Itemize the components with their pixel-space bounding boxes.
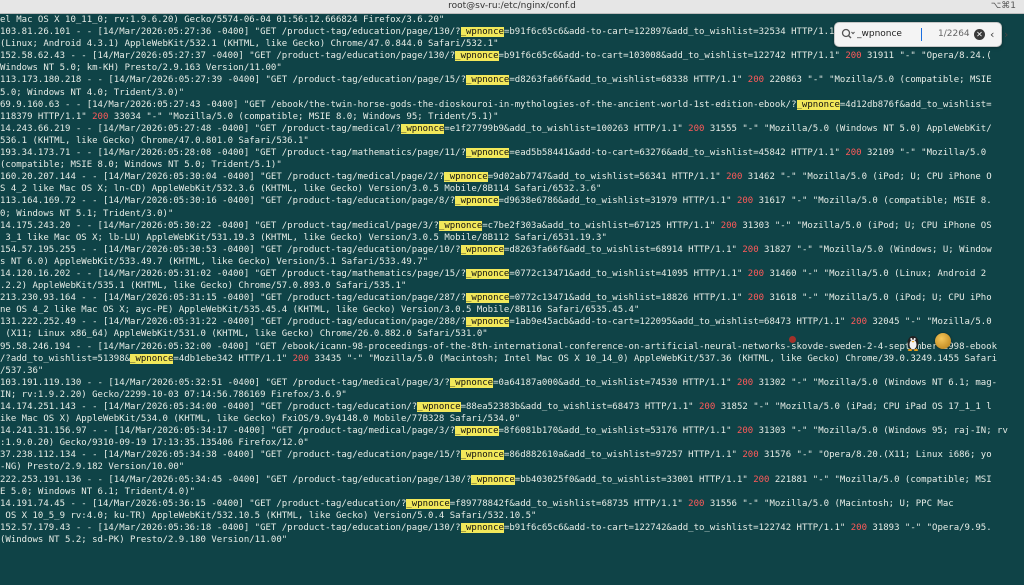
chevron-right-icon[interactable]: › xyxy=(1004,23,1008,46)
cursor-dot-icon xyxy=(789,336,796,343)
status-code: 200 xyxy=(850,522,867,533)
search-match-highlight: _wpnonce xyxy=(471,474,515,485)
search-match-highlight: _wpnonce xyxy=(449,377,494,388)
search-match-highlight: _wpnonce xyxy=(460,244,504,255)
log-line: (X11; Linux x86_64) AppleWebKit/531.0 (K… xyxy=(0,329,488,340)
search-match-highlight: _wpnonce xyxy=(400,123,445,134)
log-line: 14.120.16.202 - - [14/Mar/2026:05:31:02 … xyxy=(0,268,987,279)
log-line: /?add_to_wishlist=51398&_wpnonce=4db1ebe… xyxy=(0,353,998,364)
log-line: 0; Windows NT 5.1; Trident/3.0)" xyxy=(0,208,174,219)
log-line: OS X 10_5_9 rv:4.0; ku-TR) AppleWebKit/5… xyxy=(0,510,537,521)
find-input[interactable]: _wpnonce xyxy=(857,23,919,46)
search-match-highlight: _wpnonce xyxy=(460,27,504,38)
search-match-highlight: _wpnonce xyxy=(438,220,483,231)
log-line: (compatible; MSIE 8.0; Windows NT 5.0; T… xyxy=(0,160,282,171)
coin-icon xyxy=(935,333,951,349)
log-line: 5.0; Windows NT 4.0; Trident/3.0)" xyxy=(0,87,185,98)
search-match-highlight: _wpnonce xyxy=(406,498,450,509)
log-line: 69.9.160.63 - - [14/Mar/2026:05:27:43 -0… xyxy=(0,99,992,110)
log-line: 95.58.246.194 - - [14/Mar/2026:05:32:00 … xyxy=(0,341,997,352)
log-line: 14.243.66.219 - - [14/Mar/2026:05:27:48 … xyxy=(0,123,992,134)
search-match-highlight: _wpnonce xyxy=(455,196,499,207)
status-code: 200 xyxy=(688,498,705,509)
window-title: root@sv-ru:/etc/nginx/conf.d xyxy=(448,1,576,11)
status-code: 200 xyxy=(845,51,862,62)
penguin-icon xyxy=(907,336,919,351)
log-line: ne OS 4_2 like Mac OS X; ayc-PE) AppleWe… xyxy=(0,305,640,316)
status-code: 200 xyxy=(736,426,754,437)
search-match-highlight: _wpnonce xyxy=(417,402,461,412)
search-match-highlight: _wpnonce xyxy=(466,268,510,279)
status-code: 200 xyxy=(688,123,705,134)
search-match-highlight: _wpnonce xyxy=(460,522,504,533)
status-code: 200 xyxy=(747,293,765,304)
log-line: 160.20.207.144 - - [14/Mar/2026:05:30:04… xyxy=(0,172,992,183)
log-line: 118379 HTTP/1.1" 200 33034 "-" "Mozilla/… xyxy=(0,111,499,122)
search-match-highlight: _wpnonce xyxy=(466,317,510,328)
status-code: 200 xyxy=(699,402,716,412)
chevron-left-icon[interactable]: ‹ xyxy=(990,23,994,46)
log-line: 154.57.195.255 - - [14/Mar/2026:05:30:53… xyxy=(0,244,992,255)
clear-search-icon[interactable]: ✕ xyxy=(974,29,985,40)
log-line: 193.34.173.71 - - [14/Mar/2026:05:28:08 … xyxy=(0,148,987,159)
status-code: 200 xyxy=(726,172,743,183)
log-line: 152.57.179.43 - - [14/Mar/2026:05:36:18 … xyxy=(0,522,992,533)
search-match-highlight: _wpnonce xyxy=(460,450,504,461)
status-code: 200 xyxy=(747,268,765,279)
log-line: 213.230.93.164 - - [14/Mar/2026:05:31:15… xyxy=(0,293,992,304)
log-line: s NT 6.0) AppleWebKit/533.49.7 (KHTML, l… xyxy=(0,256,429,267)
status-code: 200 xyxy=(742,244,759,255)
log-line: E 5.0; Windows NT 6.1; Trident/4.0)" xyxy=(0,486,196,497)
status-code: 200 xyxy=(753,474,770,485)
log-line: -NG) Presto/2.9.182 Version/10.00" xyxy=(0,462,185,473)
match-count: 1/2264 xyxy=(938,29,970,39)
status-code: 200 xyxy=(92,111,109,122)
log-line: 14.191.74.45 - - [14/Mar/2026:05:36:15 -… xyxy=(0,498,954,509)
log-line: 113.173.180.218 - - [14/Mar/2026:05:27:3… xyxy=(0,75,992,86)
search-match-highlight: _wpnonce xyxy=(130,353,174,364)
log-line: 152.58.62.43 - - [14/Mar/2026:05:27:37 -… xyxy=(0,51,992,62)
search-match-highlight: _wpnonce xyxy=(466,148,510,159)
search-match-highlight: _wpnonce xyxy=(444,172,488,183)
log-line: /537.36" xyxy=(0,365,44,376)
log-line: (Windows NT 5.2; sd-PK) Presto/2.9.180 V… xyxy=(0,535,288,546)
status-code: 200 xyxy=(292,353,309,364)
status-code: 200 xyxy=(720,220,737,231)
status-code: 200 xyxy=(736,377,754,388)
status-code: 200 xyxy=(736,196,754,207)
log-line: ike Mac OS X) AppleWebKit/534.0 (KHTML, … xyxy=(0,414,521,425)
tab-shortcut-indicator: ⌥⌘1 xyxy=(990,1,1016,11)
log-line: .2.2) AppleWebKit/535.1 (KHTML, like Gec… xyxy=(0,281,407,292)
terminal-window: root@sv-ru:/etc/nginx/conf.d ⌥⌘1 el Mac … xyxy=(0,0,1024,585)
log-line: :1.9.0.20) Gecko/9310-09-19 17:13:35.135… xyxy=(0,438,309,449)
log-line: Windows NT 5.0; km-KH) Presto/2.9.163 Ve… xyxy=(0,63,282,74)
log-line: 536.1 (KHTML, like Gecko) Chrome/47.0.80… xyxy=(0,135,309,146)
log-line: 37.238.112.134 - - [14/Mar/2026:05:34:38… xyxy=(0,450,992,461)
log-line: 14.175.243.20 - - [14/Mar/2026:05:30:22 … xyxy=(0,220,992,231)
status-code: 200 xyxy=(742,450,759,461)
log-line: 103.191.119.130 - - [14/Mar/2026:05:32:5… xyxy=(0,377,998,388)
log-line: 14.174.251.143 - - [14/Mar/2026:05:34:00… xyxy=(0,402,992,412)
search-match-highlight: _wpnonce xyxy=(796,99,840,110)
search-match-highlight: _wpnonce xyxy=(466,75,510,86)
search-match-highlight: _wpnonce xyxy=(466,293,510,304)
log-line: 222.253.191.136 - - [14/Mar/2026:05:34:4… xyxy=(0,474,992,485)
find-bar: _wpnonce 1/2264 ✕ ‹ › xyxy=(834,22,1008,47)
text-caret xyxy=(921,28,922,41)
log-line: IN; rv:1.9.2.20) Gecko/2299-10-03 07:14:… xyxy=(0,389,347,400)
log-line: 14.241.31.156.97 - - [14/Mar/2026:05:34:… xyxy=(0,426,1008,437)
log-line: 113.164.169.72 - - [14/Mar/2026:05:30:16… xyxy=(0,196,992,207)
log-line: 3_1 like Mac OS X; lb-LU) AppleWebKit/53… xyxy=(0,232,607,243)
terminal-output[interactable]: el Mac OS X 10_11_0; rv:1.9.6.20) Gecko/… xyxy=(0,14,1024,585)
log-line: S 4_2 like Mac OS X; ln-CD) AppleWebKit/… xyxy=(0,184,602,195)
log-line: 131.222.252.49 - - [14/Mar/2026:05:31:22… xyxy=(0,317,992,328)
search-match-highlight: _wpnonce xyxy=(455,51,499,62)
status-code: 200 xyxy=(850,317,867,328)
search-icon[interactable] xyxy=(841,28,855,40)
search-match-highlight: _wpnonce xyxy=(455,426,499,437)
status-code: 200 xyxy=(747,75,765,86)
status-code: 200 xyxy=(845,148,862,159)
title-bar[interactable]: root@sv-ru:/etc/nginx/conf.d ⌥⌘1 xyxy=(0,0,1024,14)
